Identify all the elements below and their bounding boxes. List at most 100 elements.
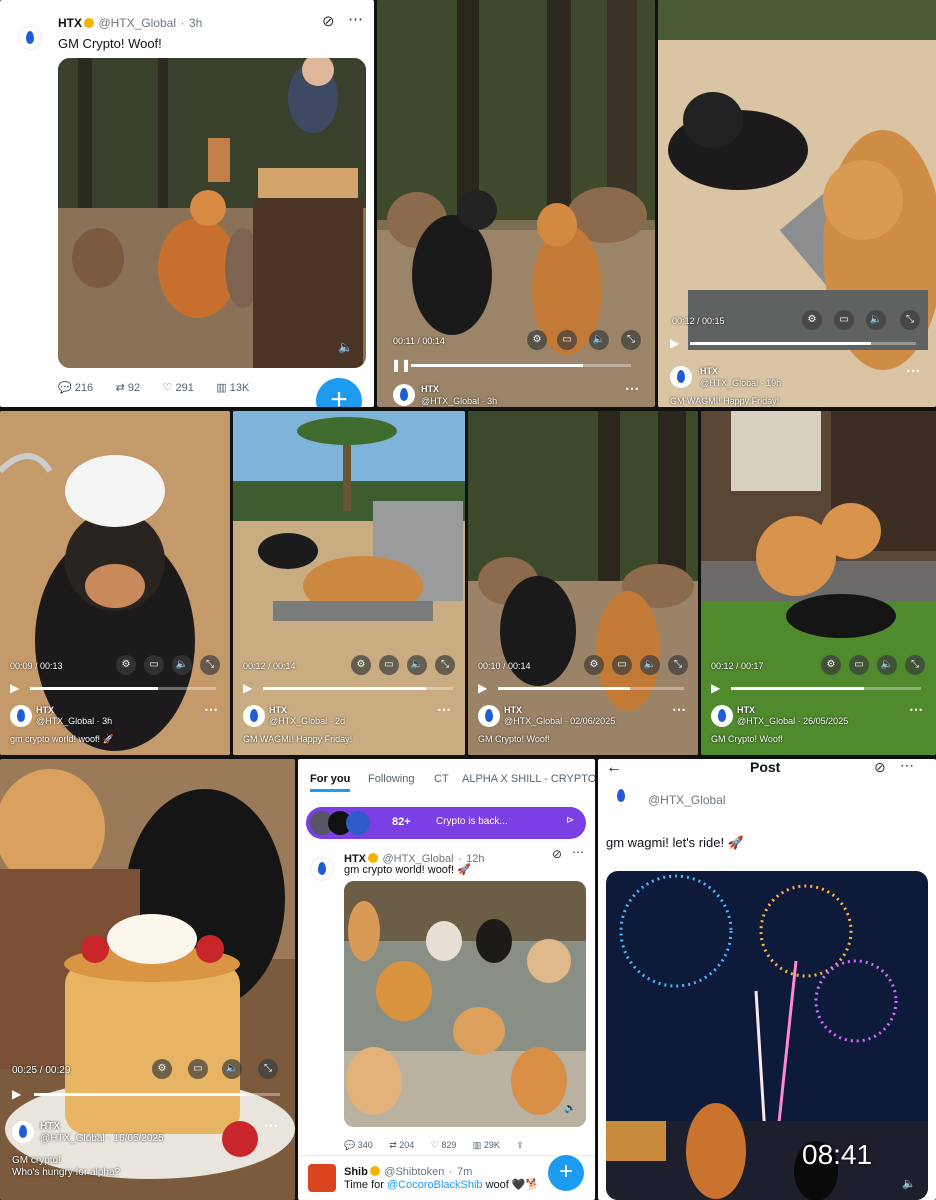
cast-icon[interactable]: ▭	[379, 655, 399, 675]
progress-bar[interactable]	[731, 687, 921, 690]
fullscreen-icon[interactable]: ⤡	[621, 330, 641, 350]
video-tile-3[interactable]: ⚙ ▭ 🔈 ⤡ 00:12 / 00:15 ▶ HTX @HTX_Global …	[658, 0, 936, 407]
play-icon[interactable]: ▶	[478, 681, 487, 695]
volume-icon[interactable]: 🔈	[640, 655, 660, 675]
compose-fab-button[interactable]: +	[316, 378, 362, 407]
grok-icon[interactable]: ⊘	[322, 12, 335, 30]
video-timestamp: 00:10 / 00:14	[478, 661, 531, 671]
progress-bar[interactable]	[498, 687, 684, 690]
pause-icon[interactable]: ❚❚	[391, 358, 411, 372]
video-tile-8[interactable]: ⚙ ▭ 🔈 ⤡ 00:25 / 00:29 ▶ HTX @HTX_Global …	[0, 759, 295, 1200]
more-icon[interactable]: ⋯	[672, 701, 686, 718]
cast-icon[interactable]: ▭	[849, 655, 869, 675]
cast-icon[interactable]: ▭	[557, 330, 577, 350]
video-timestamp: 08:41	[802, 1139, 873, 1170]
video-tile-6[interactable]: ⚙ ▭ 🔈 ⤡ 00:10 / 00:14 ▶ HTX @HTX_Global …	[468, 411, 698, 755]
cast-icon[interactable]: ▭	[612, 655, 632, 675]
like-count[interactable]: ♡ 829	[431, 1140, 457, 1151]
tab-alpha-x-shill[interactable]: ALPHA X SHILL - CRYPTO	[462, 773, 595, 785]
view-count[interactable]: ▥ 13K	[216, 381, 249, 394]
cast-icon[interactable]: ▭	[834, 310, 854, 330]
more-icon[interactable]: ⋯	[625, 380, 639, 397]
play-icon[interactable]: ▶	[243, 681, 252, 695]
fullscreen-icon[interactable]: ⤡	[258, 1059, 278, 1079]
fullscreen-icon[interactable]: ⤡	[668, 655, 688, 675]
view-count[interactable]: ▥ 29K	[473, 1140, 500, 1151]
play-icon[interactable]: ▶	[670, 336, 679, 350]
reply-count[interactable]: 💬 340	[344, 1140, 373, 1151]
settings-icon[interactable]: ⚙	[152, 1059, 172, 1079]
play-icon[interactable]: ▶	[12, 1087, 21, 1101]
volume-icon[interactable]: 🔈	[222, 1059, 242, 1079]
more-icon[interactable]: ⋯	[906, 362, 920, 379]
video-player[interactable]: 🔈	[344, 881, 586, 1127]
author-handle-time: @HTX_Global · 19h	[700, 378, 782, 388]
settings-icon[interactable]: ⚙	[802, 310, 822, 330]
fullscreen-icon[interactable]: ⤡	[200, 655, 220, 675]
tweet-text: GM WAGMI! Happy Friday!	[243, 734, 353, 744]
reply-count[interactable]: 💬 216	[58, 381, 93, 394]
mention-link[interactable]: @CocoroBlackShib	[387, 1179, 483, 1191]
video-player[interactable]: 08:41 🔈	[606, 871, 928, 1200]
tab-ct[interactable]: CT	[434, 773, 449, 785]
more-icon[interactable]: ⋯	[264, 1117, 278, 1134]
volume-icon[interactable]: 🔈	[172, 655, 192, 675]
tweet-text: GM Crypto! Woof!	[58, 36, 162, 51]
progress-bar[interactable]	[690, 342, 916, 345]
fullscreen-icon[interactable]: ⤡	[900, 310, 920, 330]
mute-icon[interactable]: 🔈	[902, 1177, 916, 1190]
progress-bar[interactable]	[411, 364, 631, 367]
more-icon[interactable]: ⋯	[909, 701, 923, 718]
new-posts-banner[interactable]: 82+ Crypto is back... ⊳	[306, 807, 586, 839]
more-icon[interactable]: ⋯	[900, 759, 914, 774]
volume-icon[interactable]: 🔈	[589, 330, 609, 350]
settings-icon[interactable]: ⚙	[116, 655, 136, 675]
share-icon[interactable]: ⇪	[516, 1140, 524, 1151]
video-player[interactable]: 🔈	[58, 58, 366, 368]
tweet-text-line1: GM crypto!	[12, 1155, 61, 1166]
more-icon[interactable]: ⋯	[572, 845, 584, 859]
video-tile-2[interactable]: ⚙ ▭ 🔈 ⤡ 00:11 / 00:14 ❚❚ HTX @HTX_Global…	[377, 0, 655, 407]
progress-bar[interactable]	[263, 687, 453, 690]
settings-icon[interactable]: ⚙	[351, 655, 371, 675]
settings-icon[interactable]: ⚙	[584, 655, 604, 675]
repost-count[interactable]: ⇄ 204	[389, 1140, 414, 1151]
cast-icon[interactable]: ▭	[144, 655, 164, 675]
author-handle: @HTX_Global	[648, 793, 726, 807]
progress-bar[interactable]	[30, 687, 216, 690]
volume-icon[interactable]: 🔈	[877, 655, 897, 675]
dismiss-icon[interactable]: ⊳	[566, 815, 574, 826]
more-icon[interactable]: ⋯	[437, 701, 451, 718]
fullscreen-icon[interactable]: ⤡	[435, 655, 455, 675]
more-icon[interactable]: ⋯	[204, 701, 218, 718]
progress-bar[interactable]	[34, 1093, 280, 1096]
video-tile-5[interactable]: ⚙ ▭ 🔈 ⤡ 00:12 / 00:14 ▶ HTX @HTX_Global …	[233, 411, 465, 755]
fullscreen-icon[interactable]: ⤡	[905, 655, 925, 675]
video-timestamp: 00:25 / 00:29	[12, 1065, 71, 1076]
mute-icon[interactable]: 🔈	[564, 1103, 576, 1114]
play-icon[interactable]: ▶	[711, 681, 720, 695]
cast-icon[interactable]: ▭	[188, 1059, 208, 1079]
repost-count[interactable]: ⇄ 92	[116, 381, 141, 394]
volume-icon[interactable]: 🔈	[407, 655, 427, 675]
back-arrow-icon[interactable]: ←	[606, 759, 622, 777]
progress-fill	[498, 687, 631, 690]
compose-fab-button[interactable]: +	[548, 1155, 584, 1191]
like-count[interactable]: ♡ 291	[163, 381, 194, 394]
volume-icon[interactable]: 🔈	[866, 310, 886, 330]
author-handle-time: @HTX_Global · 3h	[421, 396, 498, 406]
mute-icon[interactable]: 🔈	[338, 340, 353, 354]
tweet-card-1[interactable]: HTX @HTX_Global · 3h ⊘ ⋯ GM Crypto! Woof…	[0, 0, 374, 407]
play-icon[interactable]: ▶	[10, 681, 19, 695]
avatar	[346, 811, 370, 835]
settings-icon[interactable]: ⚙	[821, 655, 841, 675]
settings-icon[interactable]: ⚙	[527, 330, 547, 350]
more-icon[interactable]: ⋯	[348, 10, 363, 28]
tab-following[interactable]: Following	[368, 773, 414, 785]
htx-logo-icon	[711, 705, 733, 727]
grok-icon[interactable]: ⊘	[552, 847, 562, 861]
grok-icon[interactable]: ⊘	[874, 759, 886, 776]
tab-for-you[interactable]: For you	[310, 773, 351, 792]
video-tile-4[interactable]: ⚙ ▭ 🔈 ⤡ 00:09 / 00:13 ▶ HTX @HTX_Global …	[0, 411, 230, 755]
video-tile-7[interactable]: ⚙ ▭ 🔈 ⤡ 00:12 / 00:17 ▶ HTX @HTX_Global …	[701, 411, 936, 755]
